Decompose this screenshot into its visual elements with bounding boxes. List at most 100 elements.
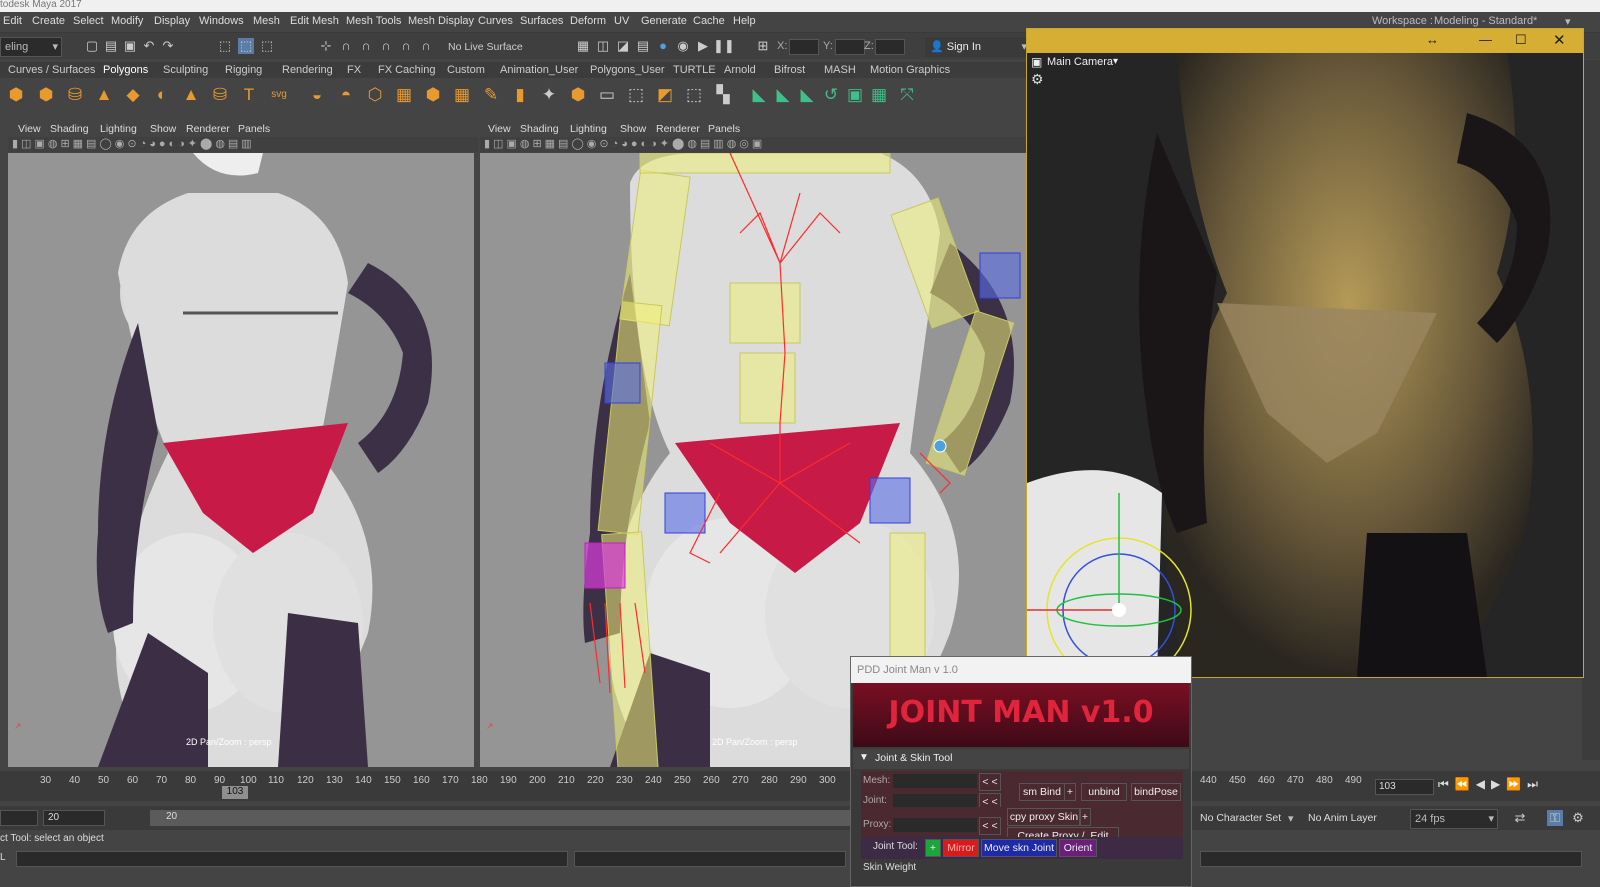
joint-man-window[interactable]: PDD Joint Man v 1.0 JOINT MAN v1.0 ▼ Joi…: [850, 656, 1192, 887]
multi-cut-icon[interactable]: ✦: [538, 84, 560, 106]
ipr-render-icon[interactable]: ◪: [615, 38, 631, 54]
undo-icon[interactable]: ↶: [141, 38, 157, 54]
vp-left-menu-renderer[interactable]: Renderer: [186, 123, 230, 135]
current-frame-marker[interactable]: 103: [222, 786, 248, 799]
shelf-tab-arnold[interactable]: Arnold: [724, 64, 756, 76]
render-setup-icon[interactable]: ◉: [675, 38, 691, 54]
resize-icon[interactable]: ↔: [1426, 32, 1439, 47]
mesh-pick-button[interactable]: < <: [979, 773, 1001, 791]
uv-checker-icon[interactable]: ▦: [868, 84, 890, 106]
arnold-render-icon[interactable]: ▶: [695, 38, 711, 54]
menu-select[interactable]: Select: [73, 15, 104, 27]
make-live-icon[interactable]: ⬚: [683, 84, 705, 106]
vp-left-menu-shading[interactable]: Shading: [50, 123, 89, 135]
x-field[interactable]: [789, 39, 819, 55]
separate-icon[interactable]: ◓: [335, 84, 357, 106]
proxy-field[interactable]: [893, 818, 977, 832]
vp-right-menu-lighting[interactable]: Lighting: [570, 123, 607, 135]
open-scene-icon[interactable]: ▤: [103, 38, 119, 54]
quad-draw-icon[interactable]: ◩: [654, 84, 676, 106]
menu-modify[interactable]: Modify: [111, 15, 143, 27]
render-settings-icon[interactable]: ▤: [635, 38, 651, 54]
add-joint-button[interactable]: +: [925, 839, 941, 857]
poly-cylinder-icon[interactable]: ⛁: [64, 84, 86, 106]
sm-bind-button[interactable]: sm Bind: [1019, 783, 1065, 801]
uv-sew-icon[interactable]: ◣: [796, 84, 818, 106]
offset-edge-loop-icon[interactable]: ▭: [596, 84, 618, 106]
shelf-tab-custom[interactable]: Custom: [447, 64, 485, 76]
shelf-tab-fx[interactable]: FX: [347, 64, 361, 76]
vp-left-menu-panels[interactable]: Panels: [238, 123, 270, 135]
menu-mesh[interactable]: Mesh: [253, 15, 280, 27]
menu-help[interactable]: Help: [733, 15, 756, 27]
fps-dropdown[interactable]: 24 fps ▾: [1410, 809, 1498, 829]
poly-cube-icon[interactable]: ⬢: [35, 84, 57, 106]
shelf-tab-polygons[interactable]: Polygons: [103, 64, 148, 76]
proxy-pick-button[interactable]: < <: [979, 817, 1001, 835]
viewport-tool-icons[interactable]: ▮◫▣◍⊞▦▤◯◉⊙◔◕●◐◑✦⬤◍▤▥◍◎▣: [484, 137, 765, 150]
vp-right-menu-renderer[interactable]: Renderer: [656, 123, 700, 135]
bridge-icon[interactable]: ✎: [480, 84, 502, 106]
camera-view[interactable]: ▣ Main Camera ▾ ⚙: [1027, 53, 1583, 677]
vp-left-menu-view[interactable]: View: [18, 123, 41, 135]
render-view-icon[interactable]: ◫: [595, 38, 611, 54]
poly-pyramid-icon[interactable]: ▲: [180, 84, 202, 106]
z-field[interactable]: [875, 39, 905, 55]
menu-create[interactable]: Create: [32, 15, 65, 27]
transform-icon[interactable]: ⊞: [755, 38, 771, 54]
menu-edit-mesh[interactable]: Edit Mesh: [290, 15, 339, 27]
shelf-tab-sculpting[interactable]: Sculpting: [163, 64, 208, 76]
snap-surface-icon[interactable]: ∩: [398, 38, 414, 54]
bind-pose-button[interactable]: bindPose: [1131, 783, 1181, 801]
select-component-icon[interactable]: ⬚: [259, 38, 275, 54]
menu-display[interactable]: Display: [154, 15, 190, 27]
extract-icon[interactable]: ⬡: [364, 84, 386, 106]
menu-cache[interactable]: Cache: [693, 15, 725, 27]
mesh-field[interactable]: [893, 774, 977, 788]
snap-point-icon[interactable]: ∩: [358, 38, 374, 54]
menu-curves[interactable]: Curves: [478, 15, 513, 27]
vp-right-menu-view[interactable]: View: [488, 123, 511, 135]
uv-transform-icon[interactable]: ⤧: [896, 84, 918, 106]
bevel-icon[interactable]: ▮: [509, 84, 531, 106]
render-icon[interactable]: ▦: [575, 38, 591, 54]
camera-render-window[interactable]: ↔ — ☐ ✕ ▣ Main Camera ▾ ⚙: [1026, 28, 1584, 678]
menu-deform[interactable]: Deform: [570, 15, 606, 27]
viewport-tool-icons[interactable]: ▮◫▣◍⊞▦▤◯◉⊙◔◕●◐◑✦⬤◍▤▥: [12, 137, 255, 150]
shelf-tab-animation-user[interactable]: Animation_User: [500, 64, 578, 76]
camera-name-dropdown[interactable]: Main Camera: [1047, 56, 1113, 68]
snap-curve-icon[interactable]: ∩: [338, 38, 354, 54]
anim-layer-dropdown[interactable]: No Anim Layer: [1308, 812, 1377, 824]
extrude-icon[interactable]: ▦: [451, 84, 473, 106]
move-skn-joint-button[interactable]: Move skn Joint: [981, 839, 1057, 857]
vp-left-menu-show[interactable]: Show: [150, 123, 176, 135]
cpy-proxy-skin-options-button[interactable]: +: [1079, 808, 1091, 826]
unbind-button[interactable]: unbind: [1081, 783, 1127, 801]
shelf-tab-bifrost[interactable]: Bifrost: [774, 64, 805, 76]
vp-right-menu-panels[interactable]: Panels: [708, 123, 740, 135]
menu-edit[interactable]: Edit: [3, 15, 22, 27]
shelf-tab-rendering[interactable]: Rendering: [282, 64, 333, 76]
menu-windows[interactable]: Windows: [199, 15, 244, 27]
y-field[interactable]: [835, 39, 865, 55]
preferences-icon[interactable]: ⚙: [1570, 810, 1586, 826]
uv-layout-icon[interactable]: ▣: [844, 84, 866, 106]
pause-icon[interactable]: ❚❚: [713, 38, 735, 54]
joint-field[interactable]: [893, 794, 977, 808]
camera-window-titlebar[interactable]: ↔ — ☐ ✕: [1027, 29, 1583, 53]
shelf-tab-polygons-user[interactable]: Polygons_User: [590, 64, 665, 76]
viewport-left[interactable]: 2D Pan/Zoom : persp ↗: [8, 153, 474, 767]
new-scene-icon[interactable]: ▢: [84, 38, 100, 54]
booleans-icon[interactable]: ▦: [393, 84, 415, 106]
sign-in-button[interactable]: 👤 Sign In ▾: [925, 37, 1031, 57]
playback-controls-icon[interactable]: ⏮⏪◀▶⏩⏭: [1438, 777, 1544, 792]
combine-icon[interactable]: ◒: [306, 84, 328, 106]
maximize-icon[interactable]: ☐: [1515, 32, 1527, 48]
workspace-value[interactable]: Modeling - Standard*: [1434, 15, 1537, 27]
smooth-icon[interactable]: ⬢: [422, 84, 444, 106]
snap-grid-icon[interactable]: ⊹: [318, 38, 334, 54]
vp-right-menu-show[interactable]: Show: [620, 123, 646, 135]
shelf-tab-curves-surfaces[interactable]: Curves / Surfaces: [8, 64, 95, 76]
menu-uv[interactable]: UV: [614, 15, 629, 27]
character-set-dropdown[interactable]: No Character Set: [1200, 812, 1281, 824]
